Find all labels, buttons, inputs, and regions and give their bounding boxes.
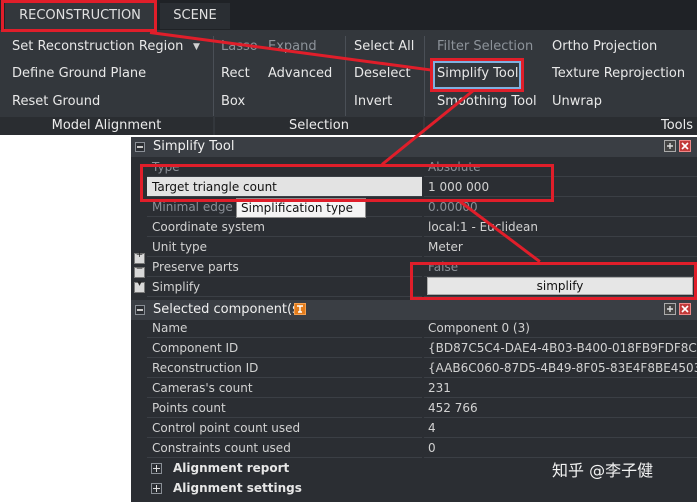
component-row-cameras-count[interactable]: Cameras's count 231 [147,378,697,398]
annotation-box-reconstruction-tab [1,0,157,32]
property-key: Points count [147,398,422,418]
group-label-model-alignment: Model Alignment [0,117,213,135]
filter-selection-button[interactable]: Filter Selection [437,39,533,55]
property-row-coordinate-system[interactable]: Coordinate system local:1 - Euclidean [147,217,697,237]
property-key: Name [147,318,422,338]
collapse-icon[interactable] [135,305,145,315]
property-row-unit-type[interactable]: Unit type Meter [147,237,697,257]
property-value[interactable]: 0 [424,438,697,458]
tab-scene[interactable]: SCENE [160,3,230,29]
property-key: Cameras's count [147,378,422,398]
ortho-projection-button[interactable]: Ortho Projection [552,39,657,55]
selected-components-title: Selected component(s) [153,302,304,317]
pin-icon[interactable] [294,303,306,315]
component-row-control-point-count[interactable]: Control point count used 4 [147,418,697,438]
collapse-icon[interactable] [135,142,145,152]
annotation-box-simplify-tool [430,58,524,92]
close-icon[interactable] [679,303,691,315]
property-key: Control point count used [147,418,422,438]
close-icon[interactable] [679,140,691,152]
property-key: Reconstruction ID [147,358,422,378]
rect-button[interactable]: Rect [221,66,250,82]
invert-button[interactable]: Invert [354,94,392,110]
property-key: Coordinate system [147,217,422,237]
define-ground-plane-button[interactable]: Define Ground Plane [12,66,146,82]
alignment-report-section[interactable]: Alignment report [173,460,289,476]
group-label-tools: Tools [425,117,697,135]
box-button[interactable]: Box [221,94,245,110]
expand-icon[interactable] [151,483,162,494]
property-value[interactable]: Meter [424,237,697,257]
collapse-all-icon[interactable]: − [134,264,145,278]
component-row-constraints-count[interactable]: Constraints count used 0 [147,438,697,458]
component-row-component-id[interactable]: Component ID {BD87C5C4-DAE4-4B03-B400-01… [147,338,697,358]
property-value[interactable]: Component 0 (3) [424,318,697,338]
annotation-box-simplify-button [410,262,697,300]
property-value[interactable]: local:1 - Euclidean [424,217,697,237]
watermark: 知乎 @李子健 [552,461,654,480]
property-key: Unit type [147,237,422,257]
component-row-name[interactable]: Name Component 0 (3) [147,318,697,338]
property-key: Simplify [147,277,422,297]
dock-icon[interactable] [664,140,676,152]
property-value[interactable]: 452 766 [424,398,697,418]
reset-ground-button[interactable]: Reset Ground [12,94,100,110]
alignment-settings-section[interactable]: Alignment settings [173,480,302,496]
simplify-tool-title: Simplify Tool [153,139,235,154]
chevron-down-icon[interactable]: ▼ [193,42,200,52]
property-key: Component ID [147,338,422,358]
deselect-button[interactable]: Deselect [354,66,411,82]
group-label-selection: Selection [215,117,423,135]
advanced-button[interactable]: Advanced [268,66,332,82]
property-value[interactable]: 231 [424,378,697,398]
annotation-box-target-triangle-count [140,164,554,202]
group-separator [424,36,425,116]
group-separator [345,36,346,116]
property-value[interactable]: {AAB6C060-87D5-4B49-8F05-83E4F8BE4503} [424,358,697,378]
property-value[interactable]: 4 [424,418,697,438]
set-reconstruction-region-button[interactable]: Set Reconstruction Region [12,39,183,55]
expand-icon[interactable] [151,463,162,474]
dock-icon[interactable] [664,303,676,315]
component-row-reconstruction-id[interactable]: Reconstruction ID {AAB6C060-87D5-4B49-8F… [147,358,697,378]
unwrap-button[interactable]: Unwrap [552,94,602,110]
property-key: Constraints count used [147,438,422,458]
expand-all-icon[interactable]: + [134,250,145,264]
property-value[interactable]: {BD87C5C4-DAE4-4B03-B400-018FB9FDF8CA} [424,338,697,358]
arrow-down-icon[interactable]: ▾ [134,279,145,293]
property-key: Preserve parts [147,257,422,277]
selected-components-header: Selected component(s) [131,300,697,320]
component-row-points-count[interactable]: Points count 452 766 [147,398,697,418]
texture-reprojection-button[interactable]: Texture Reprojection [552,66,685,82]
group-separator [213,36,214,116]
select-all-button[interactable]: Select All [354,39,414,55]
